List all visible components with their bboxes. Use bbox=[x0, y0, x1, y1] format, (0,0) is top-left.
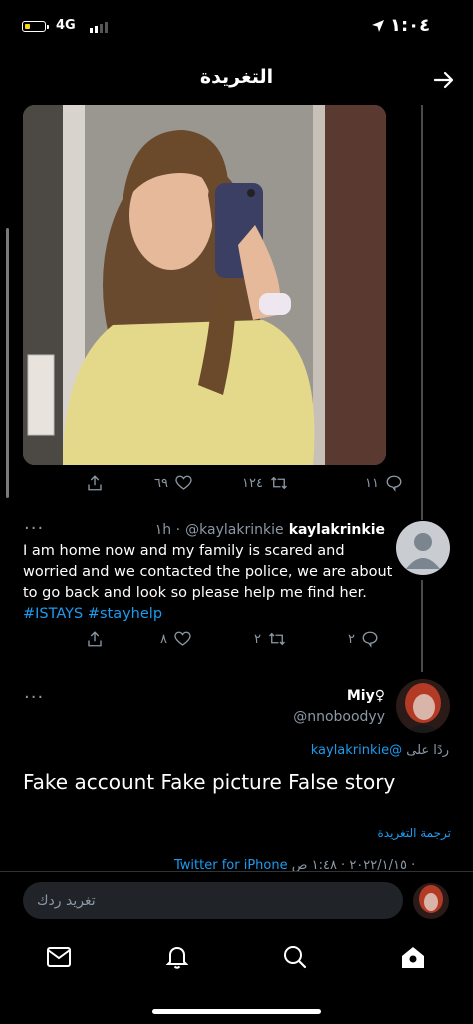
share-icon bbox=[88, 475, 102, 491]
reply-handle[interactable]: @nnoboodyy bbox=[293, 709, 385, 725]
like-count: ٨ bbox=[160, 631, 167, 647]
hashtag-link[interactable]: #ISTAYS bbox=[23, 606, 83, 622]
heart-icon bbox=[174, 631, 191, 646]
signal-icon bbox=[90, 22, 108, 33]
like-button[interactable]: ٨ bbox=[160, 630, 192, 648]
status-bar: 4G ١:٠٤ bbox=[0, 0, 473, 56]
tweet-body: I am home now and my family is scared an… bbox=[23, 543, 393, 601]
tweet-header: ١h · @kaylakrinkie kaylakrinkie bbox=[155, 519, 385, 538]
retweet-icon bbox=[270, 476, 287, 490]
arrow-right-icon[interactable] bbox=[432, 68, 456, 92]
reply-button[interactable]: ١١ bbox=[365, 474, 403, 492]
heart-icon bbox=[175, 475, 192, 490]
location-icon bbox=[372, 20, 384, 32]
reply-count: ٢ bbox=[348, 631, 355, 647]
tab-home[interactable] bbox=[398, 942, 428, 972]
retweet-button[interactable]: ٢ bbox=[254, 630, 287, 648]
home-indicator[interactable] bbox=[152, 1009, 321, 1014]
replying-to-label: ردًا على bbox=[406, 743, 449, 758]
tweet-handle[interactable]: @kaylakrinkie bbox=[185, 522, 283, 538]
tweet-photo[interactable] bbox=[23, 105, 386, 465]
thread-line bbox=[421, 580, 423, 672]
tab-search[interactable] bbox=[280, 942, 310, 972]
search-icon bbox=[284, 946, 307, 969]
network-type: 4G bbox=[56, 18, 76, 33]
tweet-text: I am home now and my family is scared an… bbox=[23, 541, 393, 625]
retweet-count: ٢ bbox=[254, 631, 261, 647]
reply-icon bbox=[386, 475, 402, 492]
bell-icon bbox=[165, 946, 189, 969]
thread-line bbox=[421, 105, 423, 520]
avatar[interactable] bbox=[413, 883, 449, 919]
tab-notifications[interactable] bbox=[162, 942, 192, 972]
home-icon bbox=[402, 947, 424, 968]
share-button[interactable] bbox=[86, 629, 104, 649]
reply-input[interactable]: تغريد ردك bbox=[23, 882, 403, 919]
retweet-icon bbox=[269, 632, 285, 646]
tweet-time: ١h · bbox=[154, 522, 181, 538]
retweet-button[interactable]: ١٢٤ bbox=[242, 474, 289, 492]
clock: ١:٠٤ bbox=[390, 15, 431, 36]
avatar[interactable] bbox=[396, 521, 450, 575]
more-options-button[interactable]: ··· bbox=[24, 687, 44, 708]
reply-button[interactable]: ٢ bbox=[348, 630, 379, 648]
share-button[interactable] bbox=[86, 473, 104, 493]
tweet-author-name[interactable]: kaylakrinkie bbox=[289, 522, 385, 538]
tab-messages[interactable] bbox=[44, 942, 74, 972]
avatar[interactable] bbox=[396, 679, 450, 733]
reply-text: Fake account Fake picture False story bbox=[23, 770, 396, 794]
retweet-count: ١٢٤ bbox=[242, 475, 263, 491]
hashtag-link[interactable]: #stayhelp bbox=[88, 606, 162, 622]
replying-to-handle[interactable]: @kaylakrinkie bbox=[311, 743, 402, 758]
battery-icon bbox=[22, 21, 49, 32]
replying-to: ردًا على @kaylakrinkie bbox=[311, 743, 449, 758]
reply-icon bbox=[362, 631, 378, 648]
like-button[interactable]: ٦٩ bbox=[154, 474, 193, 492]
reply-author-name[interactable]: Miy♀ bbox=[347, 688, 385, 704]
more-options-button[interactable]: ··· bbox=[24, 518, 44, 539]
like-count: ٦٩ bbox=[154, 475, 168, 491]
share-icon bbox=[88, 631, 102, 647]
reply-count: ١١ bbox=[365, 475, 379, 491]
translate-link[interactable]: ترجمة التغريدة bbox=[377, 826, 451, 840]
scrollbar[interactable] bbox=[6, 228, 9, 498]
mail-icon bbox=[47, 947, 71, 967]
page-title: التغريدة bbox=[199, 66, 274, 88]
